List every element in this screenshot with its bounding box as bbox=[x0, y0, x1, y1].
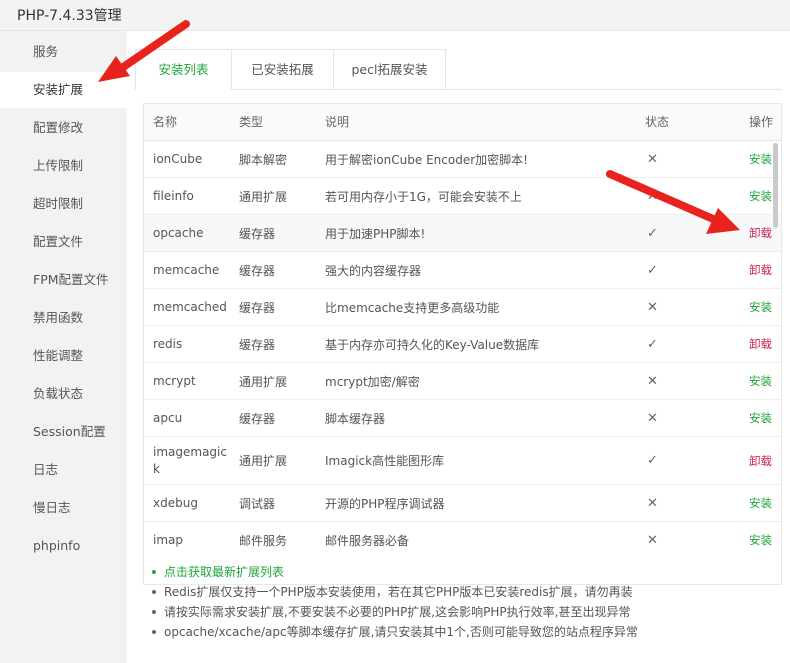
sidebar-item-log[interactable]: 日志 bbox=[0, 452, 127, 488]
table-row: imagemagic k 通用扩展 Imagick高性能图形库 ✓ 卸载 bbox=[144, 437, 781, 485]
refresh-extension-list-link[interactable]: 点击获取最新扩展列表 bbox=[150, 562, 780, 582]
table-row: redis 缓存器 基于内存亦可持久化的Key-Value数据库 ✓ 卸载 bbox=[144, 326, 781, 363]
row-desc: 用于解密ionCube Encoder加密脚本! bbox=[325, 152, 528, 167]
row-name-line2: k bbox=[153, 461, 160, 476]
note-item: 请按实际需求安装扩展,不要安装不必要的PHP扩展,这会影响PHP执行效率,甚至出… bbox=[150, 602, 780, 622]
row-name: ionCube bbox=[153, 152, 203, 166]
row-name: memcached bbox=[153, 300, 227, 314]
note-item: Redis扩展仅支持一个PHP版本安装使用，若在其它PHP版本已安装redis扩… bbox=[150, 582, 780, 602]
table-row: memcached 缓存器 比memcache支持更多高级功能 ✕ 安装 bbox=[144, 289, 781, 326]
uninstall-button[interactable]: 卸载 bbox=[749, 215, 772, 251]
row-desc: Imagick高性能图形库 bbox=[325, 454, 445, 468]
row-desc: 基于内存亦可持久化的Key-Value数据库 bbox=[325, 337, 540, 352]
row-type: 缓存器 bbox=[239, 300, 276, 315]
row-name: mcrypt bbox=[153, 374, 196, 388]
row-name: fileinfo bbox=[153, 189, 194, 203]
install-button[interactable]: 安装 bbox=[749, 522, 772, 558]
install-button[interactable]: 安装 bbox=[749, 289, 772, 325]
row-name: redis bbox=[153, 337, 183, 351]
row-type: 缓存器 bbox=[239, 263, 276, 278]
table-row: xdebug 调试器 开源的PHP程序调试器 ✕ 安装 bbox=[144, 485, 781, 522]
table-row: memcache 缓存器 强大的内容缓存器 ✓ 卸载 bbox=[144, 252, 781, 289]
cross-icon: ✕ bbox=[647, 532, 658, 548]
row-name: apcu bbox=[153, 411, 183, 425]
sidebar-item-phpinfo[interactable]: phpinfo bbox=[0, 528, 127, 564]
sidebar-item-fpm-config-file[interactable]: FPM配置文件 bbox=[0, 262, 127, 298]
annotation-arrow-icon bbox=[98, 20, 190, 82]
sidebar-item-slow-log[interactable]: 慢日志 bbox=[0, 490, 127, 526]
table-scrollbar[interactable] bbox=[773, 143, 778, 228]
row-desc: mcrypt加密/解密 bbox=[325, 374, 420, 389]
install-button[interactable]: 安装 bbox=[749, 485, 772, 521]
cross-icon: ✕ bbox=[647, 410, 658, 426]
header-name: 名称 bbox=[153, 115, 178, 129]
row-name: imagemagic k bbox=[153, 437, 227, 484]
tab-installed-extensions[interactable]: 已安装拓展 bbox=[231, 49, 334, 89]
install-button[interactable]: 安装 bbox=[749, 400, 772, 436]
row-type: 缓存器 bbox=[239, 337, 276, 352]
sidebar-item-session-config[interactable]: Session配置 bbox=[0, 414, 127, 450]
notes-list: 点击获取最新扩展列表 Redis扩展仅支持一个PHP版本安装使用，若在其它PHP… bbox=[150, 562, 780, 642]
install-button[interactable]: 安装 bbox=[749, 178, 772, 214]
row-type: 缓存器 bbox=[239, 411, 276, 426]
header-type: 类型 bbox=[239, 115, 264, 129]
row-name: memcache bbox=[153, 263, 220, 277]
sidebar-item-config-file[interactable]: 配置文件 bbox=[0, 224, 127, 260]
row-desc: 用于加速PHP脚本! bbox=[325, 226, 426, 241]
header-action: 操作 bbox=[749, 115, 774, 129]
table-row: mcrypt 通用扩展 mcrypt加密/解密 ✕ 安装 bbox=[144, 363, 781, 400]
row-type: 缓存器 bbox=[239, 226, 276, 241]
note-item: opcache/xcache/apc等脚本缓存扩展,请只安装其中1个,否则可能导… bbox=[150, 622, 780, 642]
cross-icon: ✕ bbox=[647, 373, 658, 389]
uninstall-button[interactable]: 卸载 bbox=[749, 252, 772, 288]
row-desc: 强大的内容缓存器 bbox=[325, 263, 422, 278]
annotation-arrow-icon bbox=[606, 170, 740, 234]
table-row: apcu 缓存器 脚本缓存器 ✕ 安装 bbox=[144, 400, 781, 437]
sidebar-item-config-edit[interactable]: 配置修改 bbox=[0, 110, 127, 146]
row-type: 通用扩展 bbox=[239, 374, 288, 389]
sidebar-item-load-status[interactable]: 负载状态 bbox=[0, 376, 127, 412]
check-icon: ✓ bbox=[647, 336, 658, 352]
uninstall-button[interactable]: 卸载 bbox=[749, 437, 772, 484]
row-desc: 邮件服务器必备 bbox=[325, 533, 410, 548]
row-desc: 若可用内存小于1G，可能会安装不上 bbox=[325, 189, 522, 204]
tab-pecl-install[interactable]: pecl拓展安装 bbox=[333, 49, 446, 89]
row-type: 通用扩展 bbox=[239, 454, 288, 468]
tab-bar: 安装列表 已安装拓展 pecl拓展安装 bbox=[135, 49, 782, 90]
install-button[interactable]: 安装 bbox=[749, 363, 772, 399]
header-status: 状态 bbox=[645, 115, 670, 129]
row-type: 脚本解密 bbox=[239, 152, 288, 167]
sidebar-item-upload-limit[interactable]: 上传限制 bbox=[0, 148, 127, 184]
row-desc: 开源的PHP程序调试器 bbox=[325, 496, 445, 511]
cross-icon: ✕ bbox=[647, 495, 658, 511]
sidebar-item-disabled-functions[interactable]: 禁用函数 bbox=[0, 300, 127, 336]
install-button[interactable]: 安装 bbox=[749, 141, 772, 177]
row-type: 调试器 bbox=[239, 496, 276, 511]
row-name: opcache bbox=[153, 226, 204, 240]
check-icon: ✓ bbox=[647, 453, 658, 468]
table-row: imap 邮件服务 邮件服务器必备 ✕ 安装 bbox=[144, 522, 781, 558]
row-type: 通用扩展 bbox=[239, 189, 288, 204]
row-type: 邮件服务 bbox=[239, 533, 288, 548]
sidebar-item-performance-tuning[interactable]: 性能调整 bbox=[0, 338, 127, 374]
row-name-line1: imagemagic bbox=[153, 444, 227, 459]
row-name: imap bbox=[153, 533, 183, 547]
row-desc: 脚本缓存器 bbox=[325, 411, 386, 426]
row-name: xdebug bbox=[153, 496, 198, 510]
check-icon: ✓ bbox=[647, 262, 658, 278]
row-desc: 比memcache支持更多高级功能 bbox=[325, 300, 500, 315]
cross-icon: ✕ bbox=[647, 299, 658, 315]
sidebar-item-timeout-limit[interactable]: 超时限制 bbox=[0, 186, 127, 222]
header-desc: 说明 bbox=[325, 115, 350, 129]
sidebar: 服务 安装扩展 配置修改 上传限制 超时限制 配置文件 FPM配置文件 禁用函数… bbox=[0, 31, 127, 663]
uninstall-button[interactable]: 卸载 bbox=[749, 326, 772, 362]
table-header: 名称 类型 说明 状态 操作 bbox=[144, 104, 781, 141]
